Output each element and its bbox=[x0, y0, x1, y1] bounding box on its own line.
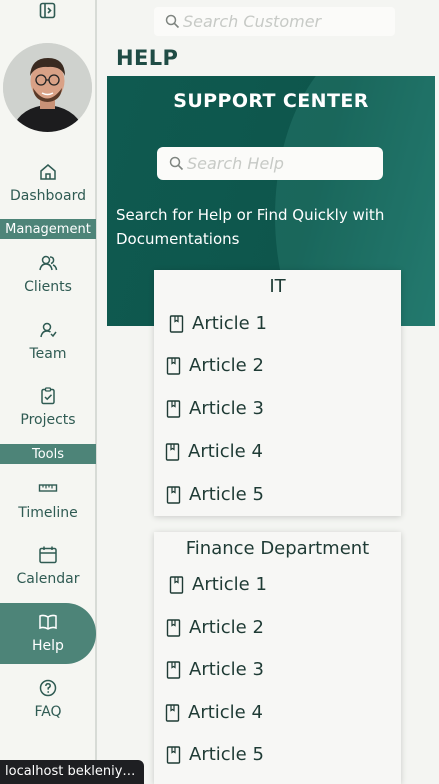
article-label: Article 4 bbox=[188, 702, 263, 723]
document-icon bbox=[169, 314, 184, 333]
article-label: Article 3 bbox=[189, 659, 264, 680]
customer-search-placeholder: Search Customer bbox=[183, 12, 322, 31]
clipboard-check-icon bbox=[41, 387, 55, 405]
avatar[interactable] bbox=[3, 43, 92, 132]
article-label: Article 1 bbox=[192, 313, 267, 334]
calendar-icon bbox=[39, 546, 57, 564]
team-icon bbox=[40, 322, 57, 338]
article-label: Article 4 bbox=[188, 441, 263, 462]
sidebar-item-help[interactable]: Help bbox=[0, 603, 96, 664]
article-label: Article 5 bbox=[189, 484, 264, 505]
document-icon bbox=[166, 356, 181, 375]
document-icon bbox=[169, 575, 184, 594]
sidebar-item-label: Timeline bbox=[18, 505, 78, 521]
sidebar-item-label: Team bbox=[29, 346, 67, 362]
search-icon bbox=[169, 156, 184, 171]
article-label: Article 2 bbox=[189, 617, 264, 638]
sidebar-item-dashboard[interactable]: Dashboard bbox=[0, 162, 96, 204]
sidebar-item-clients[interactable]: Clients bbox=[0, 253, 96, 295]
category-card-it: IT Article 1 Article 2 Article 3 Article… bbox=[154, 270, 401, 516]
home-icon bbox=[40, 164, 56, 180]
sidebar-item-faq[interactable]: FAQ bbox=[0, 678, 96, 720]
book-icon bbox=[39, 614, 57, 630]
article-link[interactable]: Article 2 bbox=[166, 355, 264, 376]
article-link[interactable]: Article 3 bbox=[166, 398, 264, 419]
sidebar-item-calendar[interactable]: Calendar bbox=[0, 545, 96, 587]
article-label: Article 2 bbox=[189, 355, 264, 376]
hero-description: Search for Help or Find Quickly with Doc… bbox=[116, 206, 385, 248]
article-link[interactable]: Article 5 bbox=[166, 484, 264, 505]
category-card-finance: Finance Department Article 1 Article 2 A… bbox=[154, 532, 401, 784]
document-icon bbox=[165, 703, 180, 722]
hero-title: SUPPORT CENTER bbox=[173, 90, 369, 112]
sidebar-item-label: Clients bbox=[24, 279, 72, 295]
document-icon bbox=[166, 745, 181, 764]
article-label: Article 5 bbox=[189, 744, 264, 765]
sidebar-item-help-content: Help bbox=[0, 612, 96, 654]
card-title: Finance Department bbox=[185, 538, 370, 559]
article-link[interactable]: Article 4 bbox=[165, 702, 263, 723]
sidebar-item-label: Dashboard bbox=[10, 188, 86, 204]
article-link[interactable]: Article 2 bbox=[166, 617, 264, 638]
article-link[interactable]: Article 5 bbox=[166, 744, 264, 765]
document-icon bbox=[166, 399, 181, 418]
sidebar-item-projects[interactable]: Projects bbox=[0, 386, 96, 428]
sidebar: Dashboard Management Clients Team Projec… bbox=[0, 0, 97, 784]
card-title: IT bbox=[269, 276, 286, 297]
sidebar-item-team[interactable]: Team bbox=[0, 320, 96, 362]
article-link[interactable]: Article 3 bbox=[166, 659, 264, 680]
question-icon bbox=[39, 679, 57, 697]
sidebar-item-label: Calendar bbox=[16, 571, 80, 587]
sidebar-item-timeline[interactable]: Timeline bbox=[0, 479, 96, 521]
article-link[interactable]: Article 1 bbox=[169, 574, 267, 595]
help-search-placeholder: Search Help bbox=[187, 154, 284, 173]
section-tools: Tools bbox=[0, 444, 96, 464]
article-label: Article 1 bbox=[192, 574, 267, 595]
document-icon bbox=[165, 442, 180, 461]
document-icon bbox=[166, 660, 181, 679]
search-icon bbox=[165, 14, 180, 29]
document-icon bbox=[166, 618, 181, 637]
sidebar-item-label: Help bbox=[32, 638, 64, 654]
browser-status-bar: localhost bekleniyor... bbox=[0, 760, 144, 784]
main-content: Search Customer HELP SUPPORT CENTER Sear… bbox=[97, 0, 439, 784]
page-title: HELP bbox=[116, 46, 179, 70]
help-search-input[interactable]: Search Help bbox=[157, 147, 383, 180]
article-label: Article 3 bbox=[189, 398, 264, 419]
article-link[interactable]: Article 4 bbox=[165, 441, 263, 462]
customer-search-input[interactable]: Search Customer bbox=[154, 7, 395, 36]
sidebar-toggle-icon[interactable] bbox=[39, 2, 56, 19]
users-icon bbox=[39, 255, 58, 271]
ruler-icon bbox=[38, 484, 58, 492]
article-link[interactable]: Article 1 bbox=[169, 313, 267, 334]
document-icon bbox=[166, 485, 181, 504]
section-management: Management bbox=[0, 219, 96, 239]
sidebar-item-label: Projects bbox=[20, 412, 76, 428]
sidebar-item-label: FAQ bbox=[34, 704, 62, 720]
